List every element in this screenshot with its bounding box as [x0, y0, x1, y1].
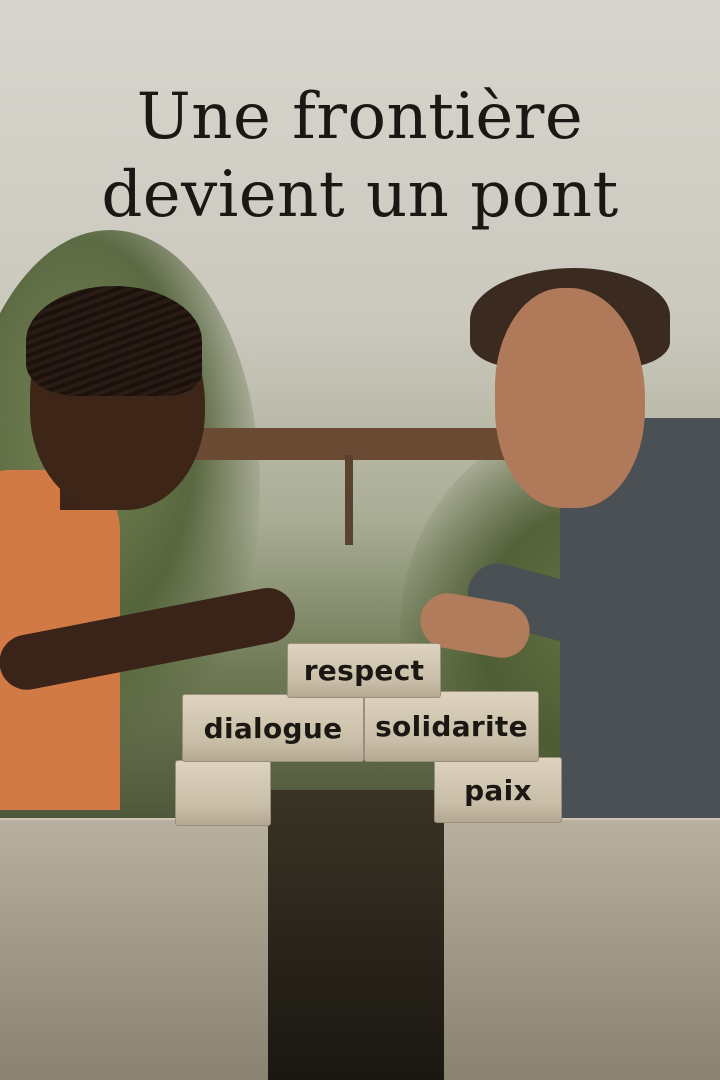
chasm	[268, 790, 444, 1080]
brick-paix: paix	[434, 757, 562, 823]
brick-blank	[175, 760, 271, 826]
bridge-post	[345, 455, 353, 545]
brick-dialogue: dialogue	[182, 694, 364, 762]
title-line-2: devient un pont	[101, 158, 619, 232]
woman-hair	[26, 286, 202, 396]
poster: Une frontière devient un pont paix dialo…	[0, 0, 720, 1080]
stone-pillar-left	[0, 818, 268, 1080]
man-head	[495, 288, 645, 508]
title-line-1: Une frontière	[136, 80, 584, 154]
stone-pillar-right	[444, 818, 720, 1080]
brick-respect: respect	[287, 643, 441, 698]
brick-solidarite: solidarite	[364, 691, 539, 762]
poster-title: Une frontière devient un pont	[0, 78, 720, 234]
